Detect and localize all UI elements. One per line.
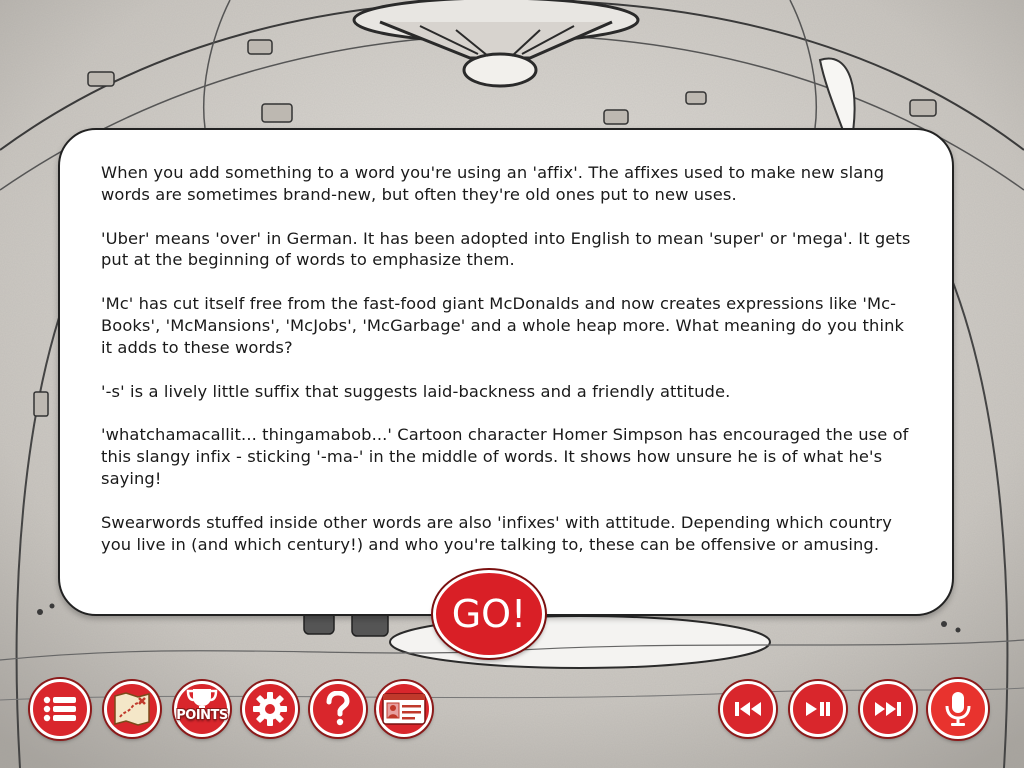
info-panel: When you add something to a word you're … (58, 128, 954, 616)
next-button[interactable] (860, 681, 916, 737)
info-paragraph-suffix-s: '-s' is a lively little suffix that sugg… (101, 381, 731, 401)
help-button[interactable] (310, 681, 366, 737)
treasure-map-icon (114, 692, 150, 726)
info-paragraph-mc: 'Mc' has cut itself free from the fast-f… (101, 294, 905, 357)
map-button[interactable] (104, 681, 160, 737)
skip-forward-icon (875, 702, 901, 716)
menu-list-button[interactable] (30, 679, 90, 739)
id-card-icon (382, 693, 426, 725)
question-icon (326, 691, 350, 726)
info-paragraph-swearword-infix: Swearwords stuffed inside other words ar… (101, 512, 892, 554)
previous-button[interactable] (720, 681, 776, 737)
microphone-button[interactable] (928, 679, 988, 739)
go-button[interactable]: GO! (433, 570, 545, 658)
play-pause-icon (806, 702, 830, 716)
gear-icon (253, 692, 287, 726)
list-icon (43, 696, 76, 722)
info-paragraph-uber: 'Uber' means 'over' in German. It has be… (101, 228, 911, 270)
points-label: POINTS (176, 708, 228, 723)
settings-button[interactable] (242, 681, 298, 737)
info-paragraph-affix: When you add something to a word you're … (101, 163, 885, 204)
skip-back-icon (735, 702, 761, 716)
microphone-icon (945, 692, 971, 726)
play-pause-button[interactable] (790, 681, 846, 737)
profile-card-button[interactable] (376, 681, 432, 737)
info-paragraph-infix-ma: 'whatchamacallit... thingamabob...' Cart… (101, 425, 909, 488)
